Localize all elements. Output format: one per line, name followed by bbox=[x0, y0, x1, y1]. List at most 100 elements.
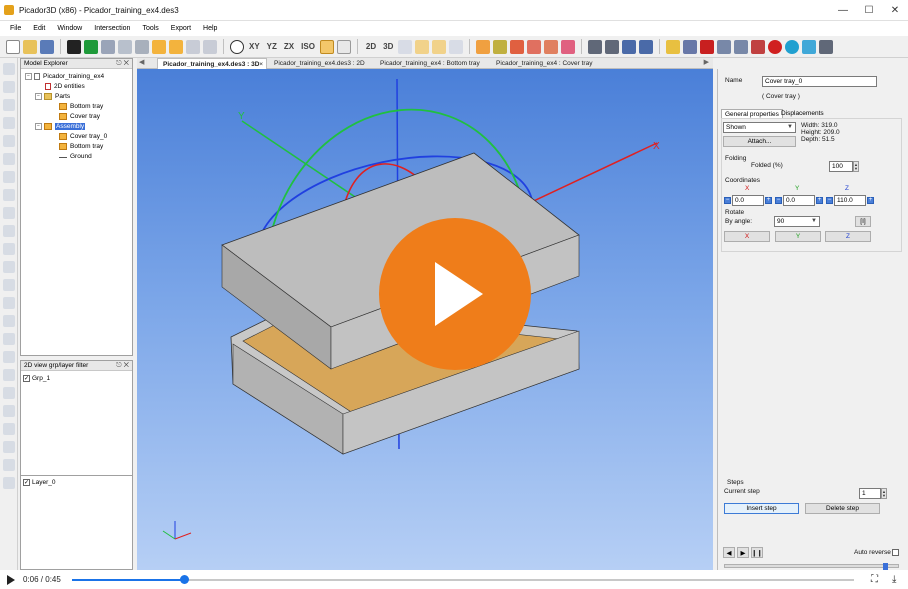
hline-tool-icon[interactable] bbox=[3, 441, 15, 453]
delete-step-button[interactable]: Delete step bbox=[805, 503, 880, 514]
box-front-icon[interactable] bbox=[415, 39, 430, 54]
undo-icon[interactable] bbox=[3, 369, 15, 381]
point-tool-icon[interactable] bbox=[3, 207, 15, 219]
menu-export[interactable]: Export bbox=[169, 25, 193, 32]
view-3d-button[interactable]: 3D bbox=[381, 42, 395, 51]
assembly-icon[interactable] bbox=[169, 39, 183, 54]
animate-icon[interactable] bbox=[544, 39, 559, 54]
attach-button[interactable]: Attach... bbox=[723, 136, 796, 147]
explode-icon[interactable] bbox=[527, 39, 542, 54]
report-icon[interactable] bbox=[683, 39, 698, 54]
polyline-tool-icon[interactable] bbox=[3, 135, 15, 147]
curve-tool-icon[interactable] bbox=[3, 153, 15, 165]
tabs-right-arrow-icon[interactable]: ▶ bbox=[704, 58, 709, 66]
fold-icon[interactable] bbox=[476, 39, 491, 54]
print-icon[interactable] bbox=[751, 39, 766, 54]
dimension-alt-icon[interactable] bbox=[639, 39, 654, 54]
panel-pin-close-icon[interactable]: ⎋ ✕ bbox=[116, 362, 129, 370]
ruler-icon[interactable] bbox=[588, 39, 603, 54]
view-yz-button[interactable]: YZ bbox=[265, 42, 279, 51]
video-progress-bar[interactable] bbox=[72, 575, 854, 584]
zoom-icon[interactable] bbox=[230, 39, 244, 54]
offset-tool-icon[interactable] bbox=[3, 279, 15, 291]
box-tool-icon[interactable] bbox=[3, 171, 15, 183]
tree-item-ground[interactable]: Ground bbox=[59, 151, 92, 161]
insert-step-button[interactable]: Insert step bbox=[724, 503, 799, 514]
menu-help[interactable]: Help bbox=[201, 25, 219, 32]
measure-tool-icon[interactable] bbox=[3, 351, 15, 363]
trim-tool-icon[interactable] bbox=[3, 261, 15, 273]
download-icon[interactable]: ⤓ bbox=[892, 574, 896, 585]
dash-tool-icon[interactable] bbox=[3, 225, 15, 237]
tab-2d[interactable]: Picador_training_ex4.des3 : 2D bbox=[269, 58, 373, 69]
rotate-z-button[interactable]: Z bbox=[825, 231, 871, 242]
group-tool-icon[interactable] bbox=[3, 459, 15, 471]
minimize-icon[interactable]: — bbox=[830, 0, 856, 21]
coord-y-decrease-button[interactable]: − bbox=[775, 197, 782, 204]
step-pause-icon[interactable]: ❙❙ bbox=[751, 547, 763, 558]
auto-reverse-checkbox[interactable] bbox=[892, 549, 899, 556]
tab-bottom-tray[interactable]: Picador_training_ex4 : Bottom tray bbox=[375, 58, 489, 69]
cut-tool-icon[interactable] bbox=[3, 297, 15, 309]
line-tool-icon[interactable] bbox=[3, 117, 15, 129]
tree-root[interactable]: − Picador_training_ex4 bbox=[25, 71, 104, 81]
coord-y-input[interactable]: 0.0 bbox=[783, 195, 815, 206]
folded-spinner[interactable]: ▲ ▼ bbox=[853, 161, 859, 172]
part-black-icon[interactable] bbox=[67, 39, 81, 54]
coord-z-input[interactable]: 110.0 bbox=[834, 195, 866, 206]
tab-3d[interactable]: Picador_training_ex4.des3 : 3D × bbox=[157, 58, 267, 69]
animate-alt-icon[interactable] bbox=[561, 39, 576, 54]
record-icon[interactable] bbox=[768, 39, 783, 54]
part-flat-icon[interactable] bbox=[135, 39, 149, 54]
redo-icon[interactable] bbox=[3, 387, 15, 399]
coord-z-increase-button[interactable]: + bbox=[867, 197, 874, 204]
box-side-icon[interactable] bbox=[432, 39, 447, 54]
tab-general-properties[interactable]: General properties bbox=[721, 109, 783, 118]
layer-filter-item[interactable]: ✓ Layer_0 bbox=[23, 477, 56, 487]
ruler-alt-icon[interactable] bbox=[605, 39, 620, 54]
grid-icon[interactable] bbox=[186, 39, 200, 54]
coord-y-increase-button[interactable]: + bbox=[816, 197, 823, 204]
group-checkbox[interactable]: ✓ bbox=[23, 374, 30, 382]
coord-z-decrease-button[interactable]: − bbox=[826, 197, 833, 204]
pdf-icon[interactable] bbox=[700, 39, 715, 54]
tab-cover-tray[interactable]: Picador_training_ex4 : Cover tray bbox=[491, 58, 601, 69]
view-zx-button[interactable]: ZX bbox=[282, 42, 296, 51]
export-alt-icon[interactable] bbox=[734, 39, 749, 54]
edit-icon[interactable] bbox=[666, 39, 681, 54]
globe-icon[interactable] bbox=[785, 39, 800, 54]
eraser-tool-icon[interactable] bbox=[3, 99, 15, 111]
menu-window[interactable]: Window bbox=[55, 25, 84, 32]
tree-item-part[interactable]: Cover tray bbox=[59, 111, 100, 121]
maximize-icon[interactable]: ☐ bbox=[856, 0, 882, 21]
glue-tool-icon[interactable] bbox=[3, 405, 15, 417]
video-play-icon[interactable] bbox=[7, 574, 15, 585]
wireframe-cube-icon[interactable] bbox=[336, 39, 351, 54]
current-step-spinner[interactable]: ▲ ▼ bbox=[881, 488, 887, 499]
view-iso-button[interactable]: ISO bbox=[299, 42, 317, 51]
animation-slider[interactable] bbox=[724, 563, 899, 570]
new-file-icon[interactable] bbox=[6, 39, 20, 54]
dimension-icon[interactable] bbox=[622, 39, 637, 54]
close-icon[interactable]: ✕ bbox=[882, 0, 908, 21]
coord-x-decrease-button[interactable]: − bbox=[724, 197, 731, 204]
fold-arrow-icon[interactable] bbox=[510, 39, 525, 54]
collapse-icon[interactable]: − bbox=[35, 92, 42, 100]
view-xy-button[interactable]: XY bbox=[247, 42, 262, 51]
group-filter-item[interactable]: ✓ Grp_1 bbox=[23, 373, 50, 383]
step-back-icon[interactable]: ◀ bbox=[723, 547, 735, 558]
pen-tool-icon[interactable] bbox=[3, 315, 15, 327]
box-open-icon[interactable] bbox=[449, 39, 464, 54]
coord-x-input[interactable]: 0.0 bbox=[732, 195, 764, 206]
film-icon[interactable] bbox=[819, 39, 834, 54]
video-play-button[interactable] bbox=[379, 218, 531, 370]
menu-file[interactable]: File bbox=[8, 25, 23, 32]
shaded-cube-icon[interactable] bbox=[319, 39, 334, 54]
tree-item-2d-entities[interactable]: 2D entities bbox=[45, 81, 85, 91]
part-orange-icon[interactable] bbox=[152, 39, 166, 54]
tabs-left-arrow-icon[interactable]: ◀ bbox=[139, 58, 144, 66]
frame-tool-icon[interactable] bbox=[3, 333, 15, 345]
step-play-icon[interactable]: ▶ bbox=[737, 547, 749, 558]
layer-checkbox[interactable]: ✓ bbox=[23, 478, 30, 486]
tab-close-icon[interactable]: × bbox=[259, 61, 263, 68]
